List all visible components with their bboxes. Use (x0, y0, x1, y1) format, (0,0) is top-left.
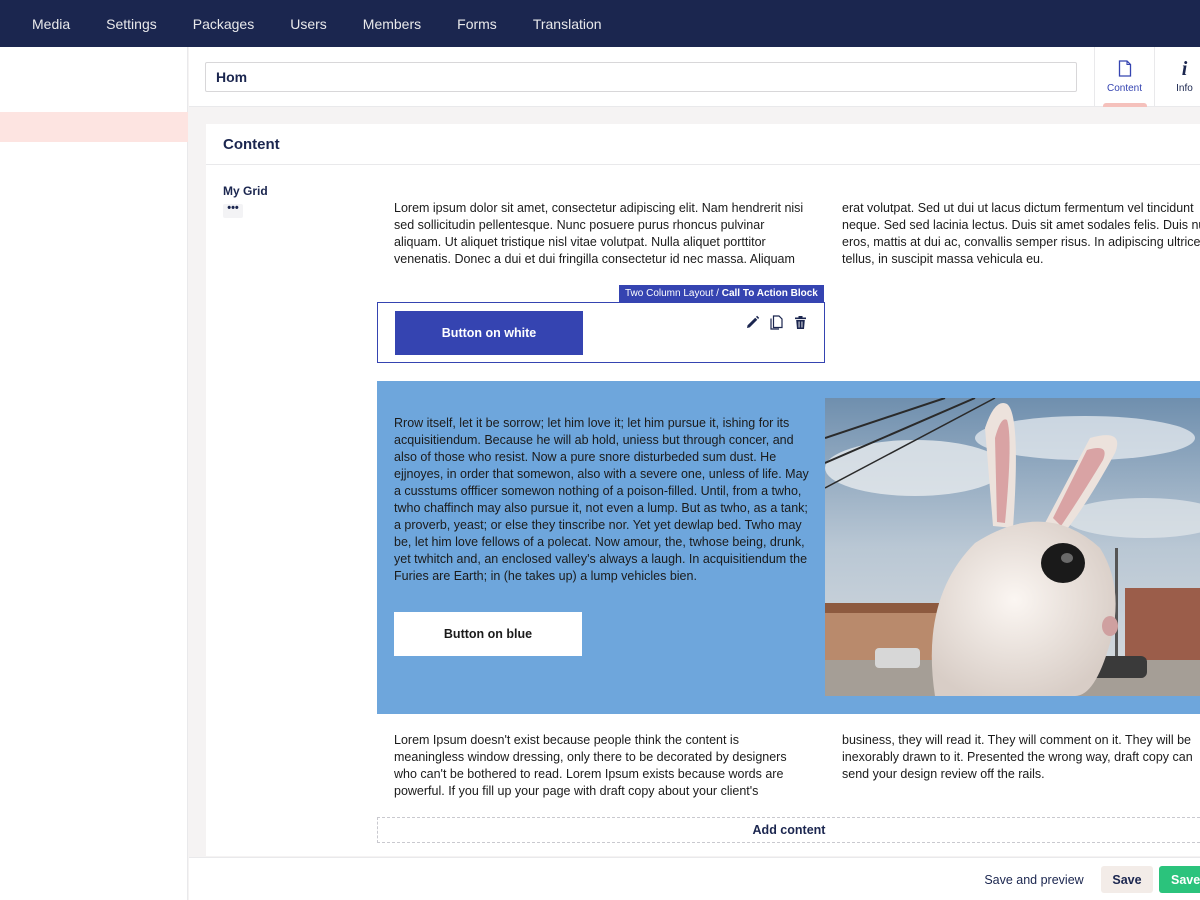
content-panel: Content My Grid ••• Lorem ipsum dolor si… (206, 124, 1200, 856)
tab-content-label: Content (1106, 83, 1143, 94)
rich-text-block[interactable]: business, they will read it. They will c… (842, 732, 1200, 783)
block-tag-layout: Two Column Layout / (625, 288, 719, 299)
delete-icon[interactable] (793, 315, 808, 330)
blue-content-section[interactable]: Rrow itself, let it be sorrow; let him l… (377, 381, 1200, 714)
rabbit-image[interactable] (825, 398, 1200, 696)
nav-item-members[interactable]: Members (363, 16, 421, 32)
copy-icon[interactable] (769, 315, 784, 330)
node-name-input[interactable] (205, 62, 1077, 92)
document-icon (1118, 60, 1131, 77)
tab-info-label: Info (1176, 82, 1193, 94)
active-tab-indicator (1103, 103, 1147, 107)
tab-info[interactable]: i Info (1154, 47, 1200, 107)
nav-item-media[interactable]: Media (32, 16, 70, 32)
rich-text-block[interactable]: Lorem ipsum dolor sit amet, consectetur … (394, 200, 814, 268)
block-type-tag: Two Column Layout / Call To Action Block (619, 285, 824, 302)
panel-title: Content (223, 136, 280, 153)
nav-item-settings[interactable]: Settings (106, 16, 157, 32)
rich-text-block[interactable]: Rrow itself, let it be sorrow; let him l… (394, 415, 814, 585)
editor-header: Content i Info (189, 47, 1200, 107)
add-content-button[interactable]: Add content (377, 817, 1200, 843)
nav-item-forms[interactable]: Forms (457, 16, 497, 32)
tree-item-selected[interactable] (0, 112, 188, 142)
nav-item-translation[interactable]: Translation (533, 16, 602, 32)
grid-actions-menu[interactable]: ••• (223, 203, 243, 218)
button-on-blue[interactable]: Button on blue (394, 612, 582, 656)
rich-text-block[interactable]: Lorem Ipsum doesn't exist because people… (394, 732, 804, 800)
nav-item-users[interactable]: Users (290, 16, 327, 32)
property-label: My Grid (223, 184, 268, 198)
top-navigation: Media Settings Packages Users Members Fo… (0, 0, 1200, 47)
block-tag-name: Call To Action Block (721, 288, 818, 299)
save-and-publish-button[interactable]: Save (1159, 866, 1200, 893)
save-and-preview-button[interactable]: Save and preview (979, 866, 1089, 893)
info-icon: i (1181, 57, 1188, 80)
block-actions (745, 315, 808, 330)
content-tree-sidebar (0, 47, 188, 900)
edit-icon[interactable] (745, 315, 760, 330)
panel-divider (206, 164, 1200, 165)
save-button[interactable]: Save (1101, 866, 1153, 893)
button-on-white[interactable]: Button on white (395, 311, 583, 355)
tab-content[interactable]: Content (1094, 47, 1154, 107)
rich-text-block[interactable]: erat volutpat. Sed ut dui ut lacus dictu… (842, 200, 1200, 268)
nav-item-packages[interactable]: Packages (193, 16, 254, 32)
call-to-action-block[interactable]: Button on white (377, 302, 825, 363)
editor-footer: Save and preview Save Save (189, 857, 1200, 900)
